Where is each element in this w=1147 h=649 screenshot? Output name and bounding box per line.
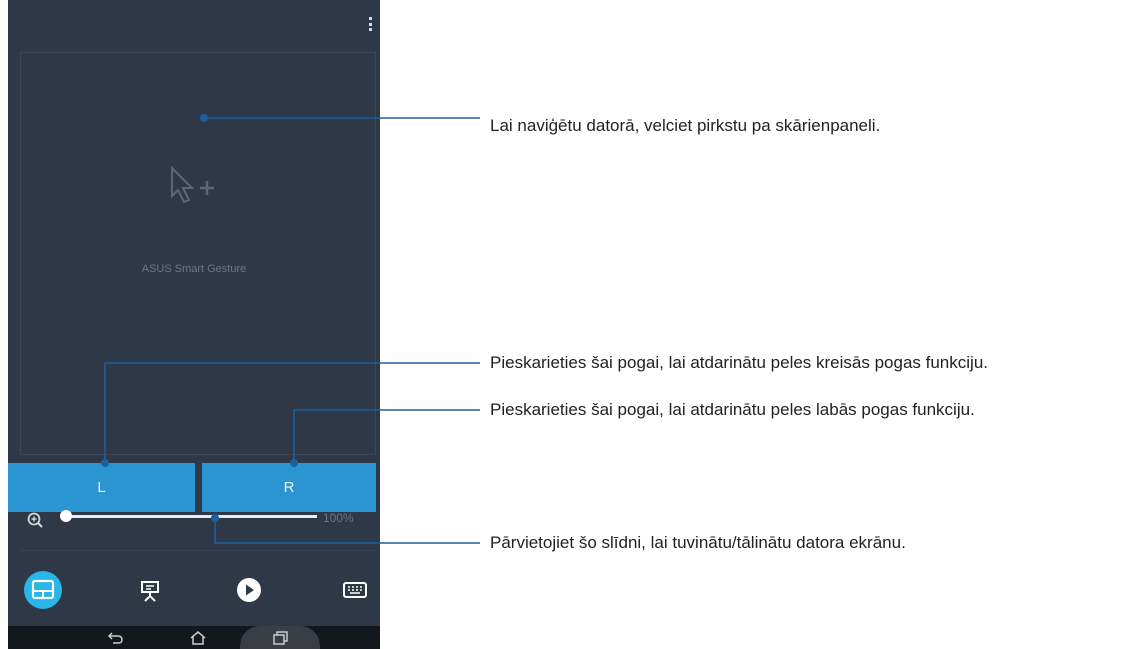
zoom-in-icon — [27, 512, 43, 528]
divider — [20, 550, 376, 551]
left-click-button[interactable]: L — [8, 463, 195, 512]
callout-left-button: Pieskarieties šai pogai, lai atdarinātu … — [490, 353, 988, 372]
app-top-bar — [8, 0, 380, 44]
zoom-slider-thumb[interactable] — [60, 510, 72, 522]
tab-touchpad[interactable] — [21, 568, 65, 612]
tab-presentation[interactable] — [128, 568, 172, 612]
gesture-app-label: ASUS Smart Gesture — [141, 263, 247, 275]
touchpad-area[interactable] — [20, 52, 376, 455]
gesture-pointer-icon — [171, 165, 214, 204]
tab-keyboard[interactable] — [333, 568, 377, 612]
zoom-slider-track[interactable] — [65, 515, 317, 518]
recent-apps-icon[interactable] — [270, 629, 290, 647]
touchpad-icon — [24, 571, 62, 609]
callout-right-button: Pieskarieties šai pogai, lai atdarinātu … — [490, 400, 975, 419]
right-click-button[interactable]: R — [202, 463, 376, 512]
callout-touchpad: Lai naviģētu datorā, velciet pirkstu pa … — [490, 116, 881, 135]
smart-gesture-app-screen: ASUS Smart Gesture L R 100% — [8, 0, 380, 649]
back-icon[interactable] — [106, 629, 126, 647]
system-navigation-bar — [8, 626, 380, 649]
home-icon[interactable] — [188, 629, 208, 647]
keyboard-icon — [343, 582, 367, 598]
callout-slider: Pārvietojiet šo slīdni, lai tuvinātu/tāl… — [490, 533, 906, 552]
overflow-menu-icon[interactable] — [368, 17, 372, 31]
presentation-icon — [141, 581, 159, 602]
zoom-value: 100% — [323, 511, 354, 525]
play-icon — [237, 578, 261, 602]
tab-media[interactable] — [227, 568, 271, 612]
